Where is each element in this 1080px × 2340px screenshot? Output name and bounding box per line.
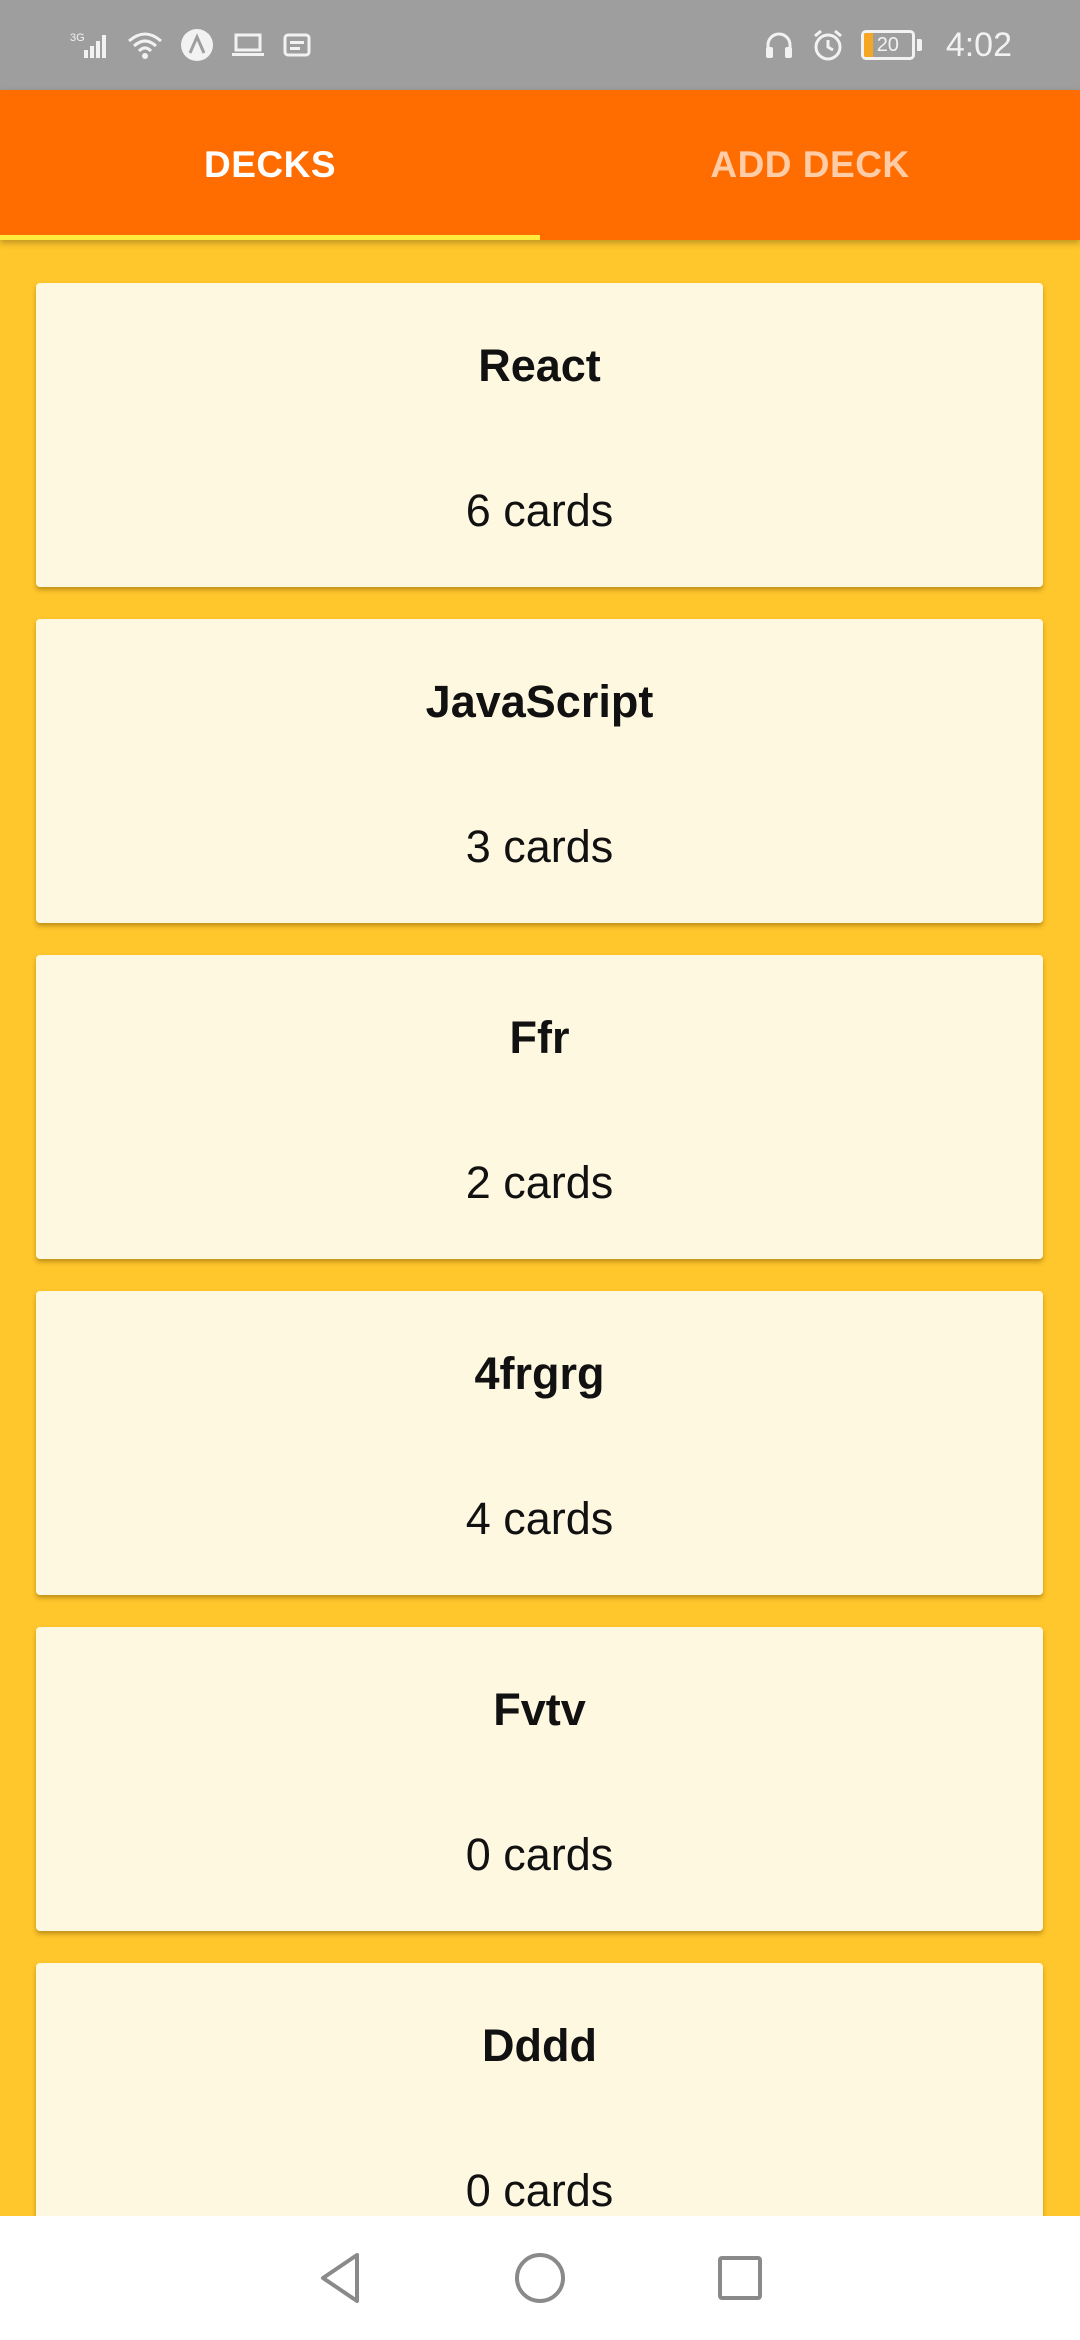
deck-card-react[interactable]: React 6 cards: [36, 283, 1043, 587]
headphones-icon: [763, 29, 795, 61]
back-button[interactable]: [310, 2248, 370, 2308]
battery-fill: [863, 33, 874, 57]
laptop-icon: [230, 31, 266, 59]
deck-title: 4frgrg: [474, 1348, 605, 1399]
deck-title: Dddd: [482, 2020, 597, 2071]
recents-icon: [718, 2256, 762, 2300]
back-icon: [321, 2253, 359, 2303]
tab-decks-label: DECKS: [203, 144, 337, 185]
tab-add-deck[interactable]: ADD DECK: [540, 90, 1080, 240]
tab-decks[interactable]: DECKS: [0, 90, 540, 240]
deck-title: React: [478, 340, 601, 391]
battery-tip: [916, 39, 922, 51]
deck-title: JavaScript: [425, 676, 654, 727]
deck-title: Fvtv: [493, 1684, 586, 1735]
recents-button[interactable]: [710, 2248, 770, 2308]
network-type: 3G: [70, 32, 85, 44]
deck-card-fvtv[interactable]: Fvtv 0 cards: [36, 1627, 1043, 1931]
deck-list[interactable]: React 6 cards JavaScript 3 cards Ffr 2 c…: [0, 240, 1080, 2216]
status-time: 4:02: [945, 25, 1012, 64]
status-bar: 3G 20 4:02: [0, 0, 1080, 90]
navigation-bar: [0, 2216, 1080, 2340]
status-right: 20 4:02: [763, 26, 1012, 65]
deck-card-count: 6 cards: [465, 485, 614, 536]
notification-icon: [282, 31, 312, 59]
deck-card-count: 3 cards: [465, 821, 614, 872]
home-icon: [515, 2253, 565, 2303]
deck-card-ffr[interactable]: Ffr 2 cards: [36, 955, 1043, 1259]
deck-card-count: 4 cards: [465, 1493, 614, 1544]
deck-card-count: 0 cards: [465, 2165, 614, 2216]
battery-level: 20: [876, 33, 899, 56]
alarm-icon: [811, 28, 845, 62]
tab-add-deck-label: ADD DECK: [710, 144, 910, 185]
deck-card-4frgrg[interactable]: 4frgrg 4 cards: [36, 1291, 1043, 1595]
deck-title: Ffr: [509, 1012, 570, 1063]
home-button[interactable]: [510, 2248, 570, 2308]
signal-icon: 3G: [70, 30, 110, 60]
deck-card-count: 2 cards: [465, 1157, 614, 1208]
wifi-icon: [126, 30, 164, 60]
deck-card-dddd[interactable]: Dddd 0 cards: [36, 1963, 1043, 2216]
status-left: 3G: [70, 28, 312, 62]
deck-card-javascript[interactable]: JavaScript 3 cards: [36, 619, 1043, 923]
tab-bar: DECKS ADD DECK: [0, 90, 1080, 240]
battery-icon: 20: [860, 30, 915, 60]
deck-card-count: 0 cards: [465, 1829, 614, 1880]
app-icon: [180, 28, 214, 62]
